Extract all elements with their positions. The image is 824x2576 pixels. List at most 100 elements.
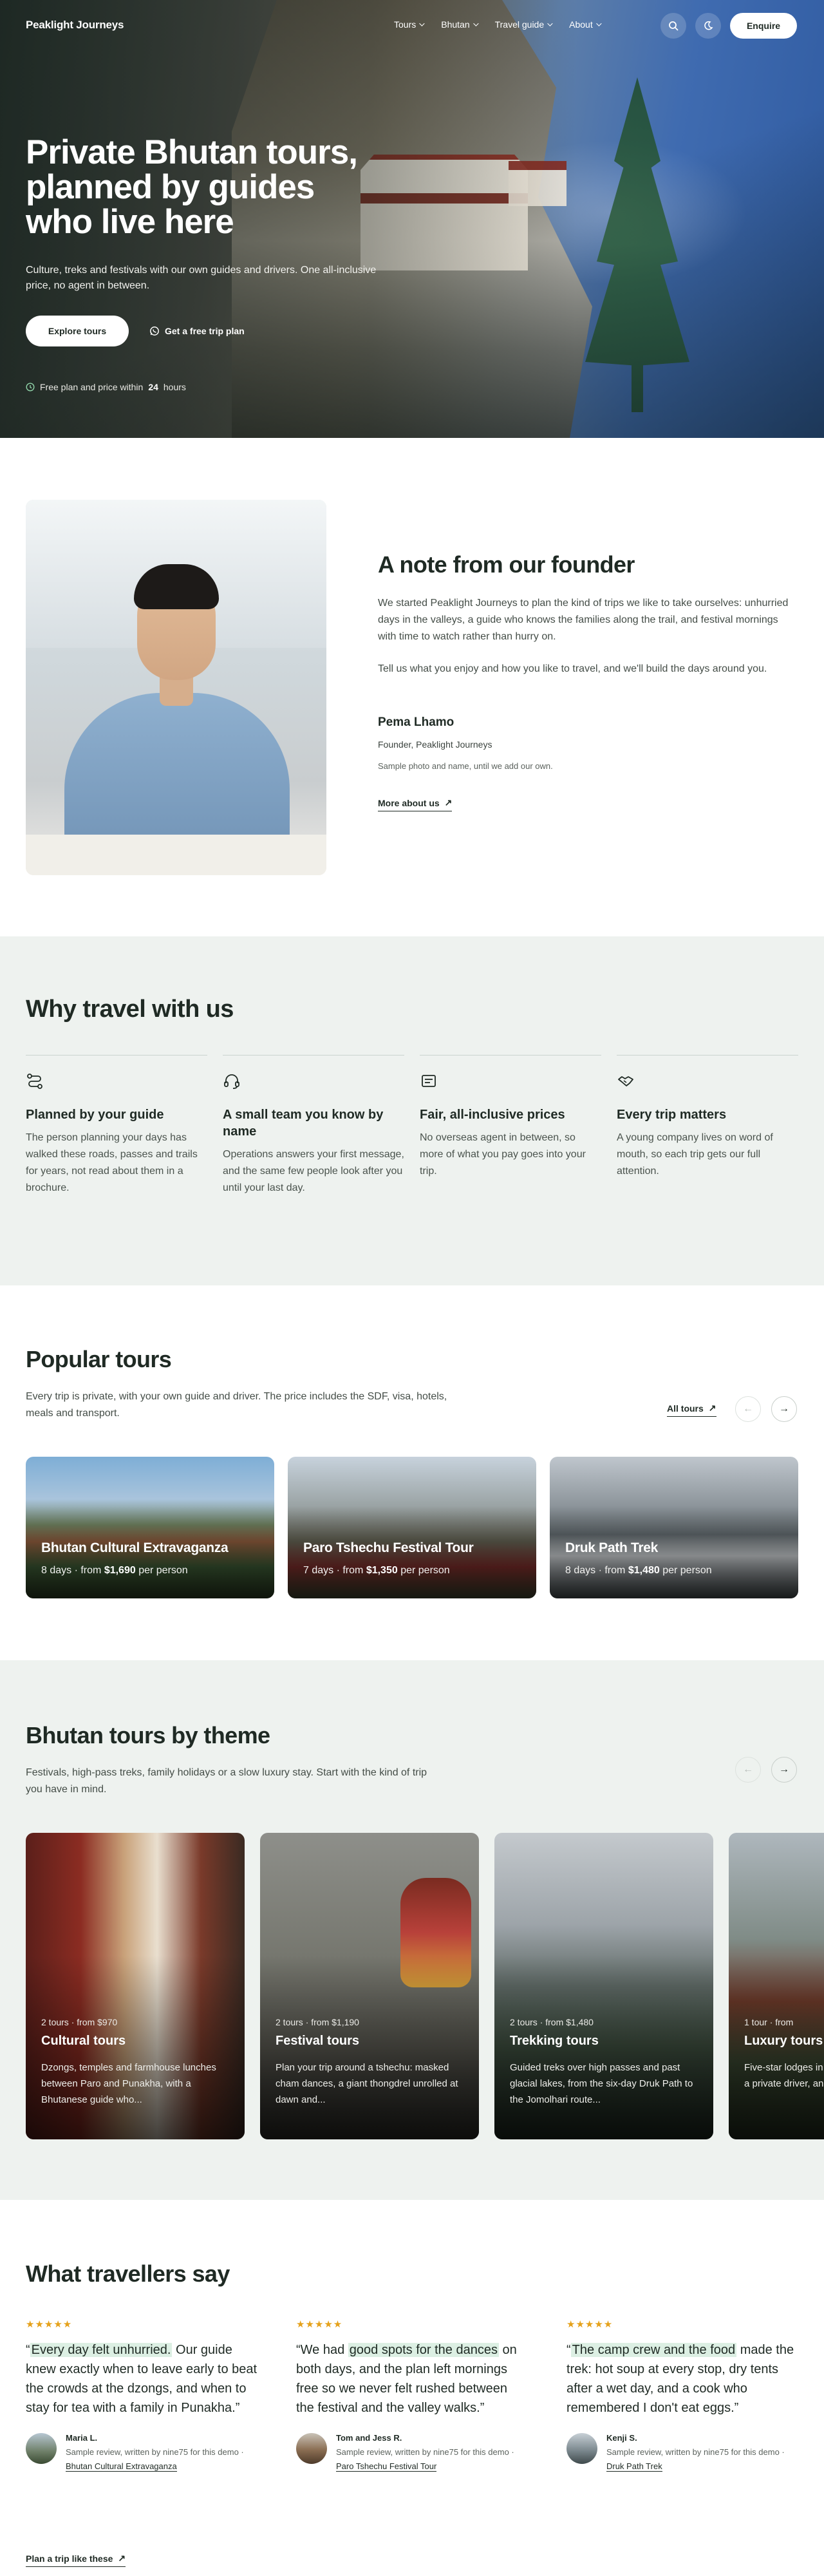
- why-item-title: Fair, all-inclusive prices: [420, 1108, 565, 1122]
- headset-icon: [224, 1074, 239, 1089]
- tour-card-per: per person: [662, 1565, 712, 1576]
- search-icon: [669, 21, 679, 31]
- review-tour-link[interactable]: Paro Tshechu Festival Tour: [336, 2461, 437, 2472]
- nav-tours-label: Tours: [394, 19, 417, 30]
- more-about-us-label: More about us: [378, 797, 440, 808]
- arrow-right-icon: →: [779, 1403, 789, 1414]
- reviewer-name: Maria L.: [66, 2433, 98, 2443]
- why-item: Fair, all-inclusive prices No overseas a…: [420, 1055, 601, 1180]
- plan-trip-link[interactable]: Plan a trip like these ↗: [26, 2553, 126, 2567]
- nav-about[interactable]: About: [569, 19, 602, 30]
- clock-icon: [26, 383, 35, 392]
- arrow-up-right-icon: ↗: [708, 1403, 716, 1413]
- review-footer: Maria L. Sample review, written by nine7…: [26, 2433, 258, 2474]
- tour-card-per: per person: [400, 1565, 450, 1576]
- tour-card[interactable]: Bhutan Cultural Extravaganza 8 days · fr…: [26, 1457, 274, 1598]
- theme-card[interactable]: 1 tour · from Luxury tours Five-star lod…: [729, 1833, 824, 2139]
- free-trip-plan-button[interactable]: Get a free trip plan: [149, 316, 245, 346]
- more-about-us-link[interactable]: More about us ↗: [378, 797, 453, 811]
- chevron-down-icon: [419, 21, 425, 26]
- why-item: Planned by your guide The person plannin…: [26, 1055, 207, 1197]
- why-item-text: The person planning your days has walked…: [26, 1132, 198, 1193]
- review-footer: Tom and Jess R. Sample review, written b…: [296, 2433, 528, 2474]
- avatar: [566, 2433, 597, 2464]
- tour-card-meta: 7 days · from $1,350 per person: [303, 1565, 450, 1577]
- tour-card[interactable]: Paro Tshechu Festival Tour 7 days · from…: [288, 1457, 536, 1598]
- review-tour-link[interactable]: Bhutan Cultural Extravaganza: [66, 2461, 177, 2472]
- arrow-up-right-icon: ↗: [444, 797, 453, 808]
- theme-card[interactable]: 2 tours · from $970 Cultural tours Dzong…: [26, 1833, 245, 2139]
- avatar: [26, 2433, 57, 2464]
- theme-card-meta: 2 tours · from $970: [41, 2017, 118, 2027]
- themes-subtitle: Festivals, high-pass treks, family holid…: [26, 1767, 427, 1795]
- theme-card-meta: 2 tours · from $1,190: [276, 2017, 359, 2027]
- star-rating-icon: ★★★★★: [26, 2319, 73, 2330]
- review-quote: “Every day felt unhurried. Our guide kne…: [26, 2340, 258, 2418]
- themes-prev-button[interactable]: ←: [735, 1757, 761, 1783]
- why-item-title: Every trip matters: [617, 1108, 727, 1122]
- plan-trip-label: Plan a trip like these: [26, 2553, 113, 2564]
- nav-tours[interactable]: Tours: [394, 19, 425, 30]
- theme-card-meta: 1 tour · from: [744, 2017, 794, 2027]
- review-quote-open: “: [26, 2343, 30, 2357]
- tour-card-days: 7 days · from: [303, 1565, 364, 1576]
- why-item-title: A small team you know by name: [223, 1108, 384, 1139]
- founder-paragraph-1: We started Peaklight Journeys to plan th…: [378, 598, 789, 642]
- star-rating-icon: ★★★★★: [566, 2319, 613, 2330]
- theme-toggle-button[interactable]: [695, 13, 721, 39]
- hero-note-suffix: hours: [163, 382, 186, 392]
- review-tour-link[interactable]: Druk Path Trek: [606, 2461, 662, 2472]
- search-button[interactable]: [660, 13, 686, 39]
- theme-card-title: Trekking tours: [510, 2034, 599, 2048]
- receipt-icon: [422, 1075, 436, 1087]
- nav-bhutan-label: Bhutan: [441, 19, 470, 30]
- hero-note: Free plan and price within 24 hours: [26, 382, 186, 392]
- theme-card[interactable]: 2 tours · from $1,190 Festival tours Pla…: [260, 1833, 479, 2139]
- tour-card[interactable]: Druk Path Trek 8 days · from $1,480 per …: [550, 1457, 798, 1598]
- tour-card-days: 8 days · from: [41, 1565, 102, 1576]
- review-note: Sample review, written by nine75 for thi…: [336, 2445, 528, 2474]
- tour-card-title: Paro Tshechu Festival Tour: [303, 1540, 474, 1555]
- nav-about-label: About: [569, 19, 593, 30]
- tours-prev-button[interactable]: ←: [735, 1396, 761, 1422]
- enquire-button[interactable]: Enquire: [730, 13, 797, 39]
- theme-card-title: Cultural tours: [41, 2034, 126, 2048]
- nav-travel-guide[interactable]: Travel guide: [494, 19, 553, 30]
- review-quote-open: “We had: [296, 2343, 348, 2357]
- theme-card-title: Festival tours: [276, 2034, 360, 2048]
- review-card: ★★★★★ “Every day felt unhurried. Our gui…: [26, 2318, 258, 2474]
- reviewer-name: Tom and Jess R.: [336, 2433, 402, 2443]
- theme-card-description: Dzongs, temples and farmhouse lunches be…: [41, 2062, 216, 2105]
- why-item-text: A young company lives on word of mouth, …: [617, 1132, 773, 1177]
- themes-section: Bhutan tours by theme Festivals, high-pa…: [0, 1660, 824, 2200]
- tour-card-overlay: [26, 1457, 274, 1598]
- tour-card-price: $1,350: [366, 1565, 398, 1576]
- founder-paragraph-2: Tell us what you enjoy and how you like …: [378, 663, 767, 674]
- themes-next-button[interactable]: →: [771, 1757, 797, 1783]
- nav-bhutan[interactable]: Bhutan: [441, 19, 479, 30]
- route-icon: [27, 1074, 42, 1089]
- photo-table: [26, 835, 326, 875]
- arrow-left-icon: ←: [743, 1403, 753, 1414]
- star-rating-icon: ★★★★★: [296, 2319, 343, 2330]
- theme-card-description: Five-star lodges in Paro and Thimphu, wi…: [744, 2062, 824, 2089]
- explore-tours-button[interactable]: Explore tours: [26, 316, 129, 346]
- founder-disclaimer: Sample photo and name, until we add our …: [378, 761, 553, 771]
- tour-card-per: per person: [138, 1565, 188, 1576]
- popular-tours-subtitle: Every trip is private, with your own gui…: [26, 1391, 447, 1419]
- all-tours-link[interactable]: All tours ↗: [667, 1403, 716, 1417]
- avatar: [296, 2433, 327, 2464]
- why-item-title: Planned by your guide: [26, 1108, 164, 1122]
- tours-next-button[interactable]: →: [771, 1396, 797, 1422]
- top-nav: Peaklight Journeys Tours Bhutan Travel g…: [0, 0, 824, 52]
- theme-card-description: Guided treks over high passes and past g…: [510, 2062, 693, 2105]
- free-trip-plan-label: Get a free trip plan: [165, 326, 245, 336]
- theme-card[interactable]: 2 tours · from $1,480 Trekking tours Gui…: [494, 1833, 713, 2139]
- review-note: Sample review, written by nine75 for thi…: [66, 2445, 258, 2474]
- tour-card-title: Druk Path Trek: [565, 1540, 659, 1555]
- site-logo[interactable]: Peaklight Journeys: [26, 19, 124, 32]
- theme-card-meta: 2 tours · from $1,480: [510, 2017, 594, 2027]
- tour-card-overlay: [550, 1457, 798, 1598]
- nav-travel-guide-label: Travel guide: [494, 19, 545, 30]
- tour-card-price: $1,690: [104, 1565, 136, 1576]
